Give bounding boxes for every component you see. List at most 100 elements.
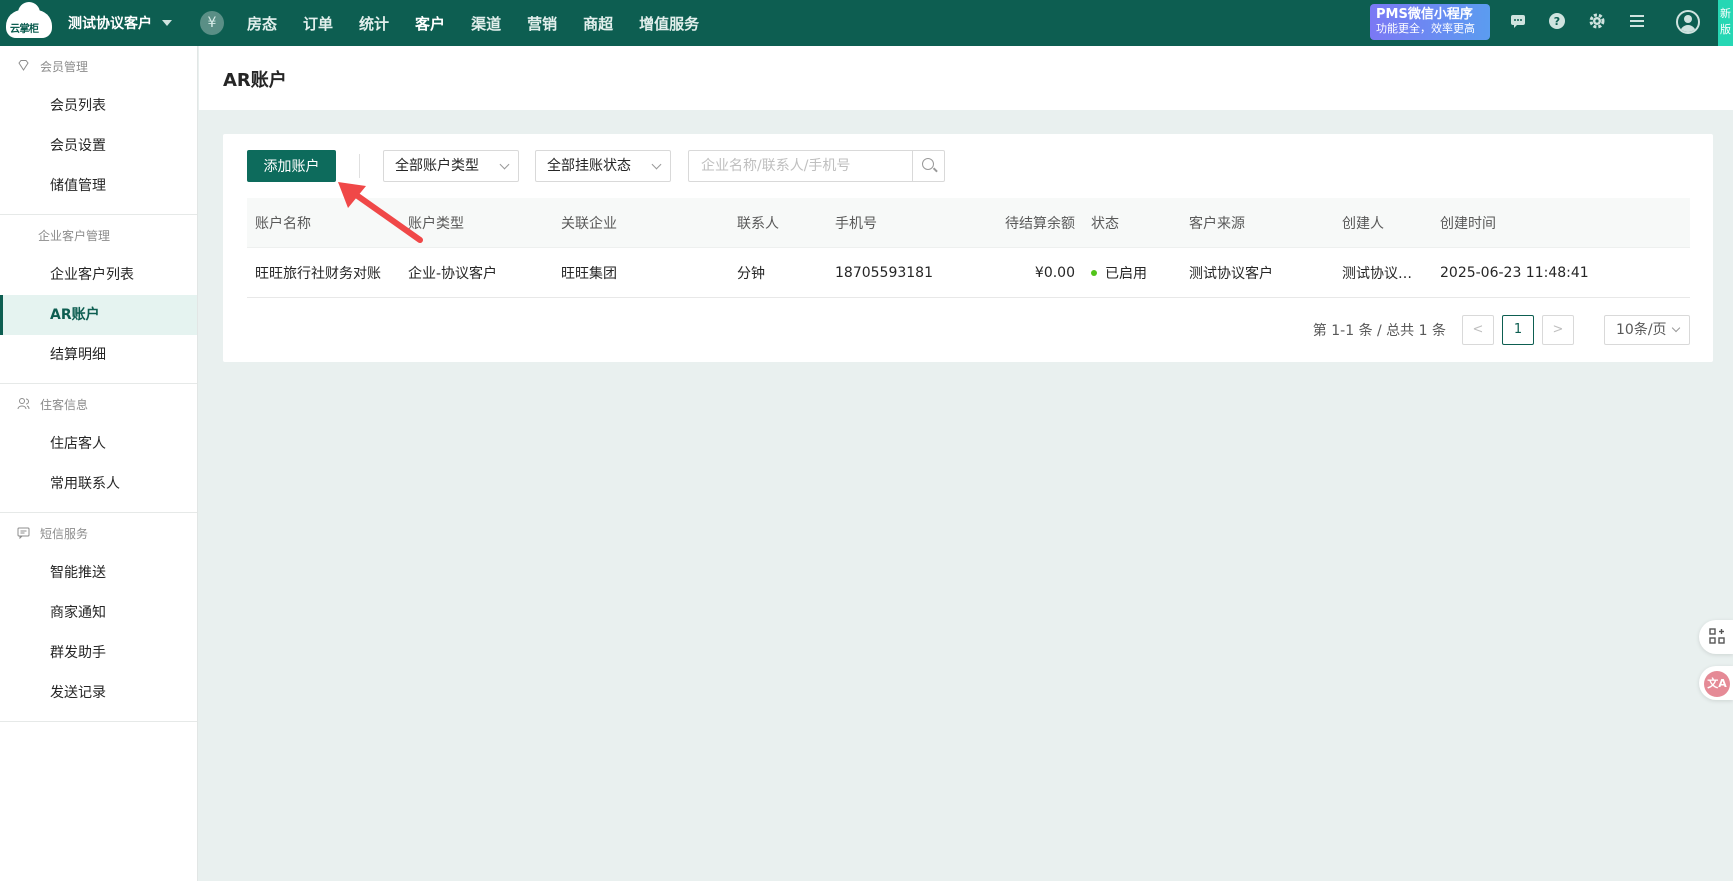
logo[interactable]: 云掌柜	[4, 2, 54, 40]
menu-icon[interactable]	[1627, 12, 1647, 32]
prev-page-button[interactable]: <	[1462, 315, 1494, 345]
logo-text: 云掌柜	[10, 24, 39, 35]
status-text: 已启用	[1105, 265, 1147, 282]
nav-orders[interactable]: 订单	[290, 13, 346, 34]
sidebar-group-guests: 住客信息 住店客人 常用联系人	[0, 384, 197, 513]
column-header: 客户来源	[1189, 215, 1245, 232]
column-header: 关联企业	[561, 215, 617, 232]
sidebar-group-title: 短信服务	[0, 513, 197, 553]
cell-company: 旺旺集团	[561, 265, 617, 282]
nav-marketing[interactable]: 营销	[514, 13, 570, 34]
page-size-value: 10条/页	[1616, 322, 1667, 338]
sidebar-item-merchant-notice[interactable]: 商家通知	[0, 593, 197, 633]
top-bar: 云掌柜 测试协议客户 ¥ 房态 订单 统计 客户 渠道 营销 商超 增值服务 P…	[0, 0, 1733, 46]
status-select-value: 全部挂账状态	[547, 158, 631, 174]
diamond-icon	[16, 59, 30, 73]
nav-value-added[interactable]: 增值服务	[626, 13, 712, 34]
nav-mall[interactable]: 商超	[570, 13, 626, 34]
table-header: 账户名称 账户类型 关联企业 联系人 手机号 待结算余额 状态 客户来源 创建人…	[247, 198, 1690, 248]
sms-icon	[16, 526, 30, 540]
sidebar-item-smart-push[interactable]: 智能推送	[0, 553, 197, 593]
status-dot-icon	[1091, 269, 1097, 276]
sidebar-item-member-settings[interactable]: 会员设置	[0, 126, 197, 166]
sidebar-item-bulk-sender[interactable]: 群发助手	[0, 633, 197, 673]
column-header: 创建人	[1342, 215, 1384, 232]
nav-customers[interactable]: 客户	[402, 13, 458, 34]
ar-account-card: 添加账户 全部账户类型 全部挂账状态 账户名称 账户类型 关联企业 联系人 手机…	[223, 134, 1713, 362]
sidebar-group-label: 短信服务	[40, 526, 89, 541]
chevron-down-icon	[651, 159, 662, 170]
mini-program-promo[interactable]: PMS微信小程序 功能更全，效率更高	[1370, 4, 1490, 40]
sidebar-group-label: 住客信息	[40, 397, 89, 412]
page-header: AR账户	[199, 46, 1733, 110]
page-size-select[interactable]: 10条/页	[1604, 315, 1690, 345]
sidebar-group-title: 会员管理	[0, 46, 197, 86]
column-header: 联系人	[737, 215, 779, 232]
sidebar-item-in-house-guests[interactable]: 住店客人	[0, 424, 197, 464]
pagination-total: 第 1-1 条 / 总共 1 条	[1312, 323, 1446, 339]
svg-text:?: ?	[1554, 15, 1560, 28]
cell-status: 已启用	[1083, 263, 1181, 283]
promo-line2: 功能更全，效率更高	[1376, 22, 1475, 35]
cell-account-type: 企业-协议客户	[408, 265, 498, 282]
sidebar-item-member-list[interactable]: 会员列表	[0, 86, 197, 126]
users-icon	[16, 397, 30, 411]
page-1-button[interactable]: 1	[1502, 315, 1534, 345]
ar-account-table: 账户名称 账户类型 关联企业 联系人 手机号 待结算余额 状态 客户来源 创建人…	[247, 198, 1690, 298]
sidebar-item-frequent-contacts[interactable]: 常用联系人	[0, 464, 197, 504]
column-header: 状态	[1091, 215, 1119, 232]
column-header: 创建时间	[1440, 215, 1496, 232]
apps-icon	[1707, 627, 1727, 647]
yen-icon[interactable]: ¥	[200, 11, 224, 35]
status-select[interactable]: 全部挂账状态	[535, 150, 671, 182]
cell-contact: 分钟	[737, 265, 765, 282]
nav-statistics[interactable]: 统计	[346, 13, 402, 34]
sidebar-group-corporate: 企业客户管理 企业客户列表 AR账户 结算明细	[0, 215, 197, 384]
help-icon[interactable]: ?	[1547, 12, 1567, 32]
caret-down-icon[interactable]	[162, 20, 172, 26]
sidebar: 会员管理 会员列表 会员设置 储值管理 企业客户管理 企业客户列表 AR账户 结…	[0, 46, 198, 881]
sidebar-group-title: 住客信息	[0, 384, 197, 424]
cell-creator: 测试协议客...	[1342, 265, 1426, 282]
page-title: AR账户	[223, 70, 287, 91]
column-header: 待结算余额	[1005, 215, 1075, 232]
sidebar-group-label: 企业客户管理	[38, 228, 111, 243]
sidebar-group-title: 企业客户管理	[0, 215, 197, 255]
sidebar-item-stored-value[interactable]: 储值管理	[0, 166, 197, 206]
translate-button[interactable]: 文A	[1699, 666, 1733, 700]
message-icon[interactable]	[1508, 12, 1528, 32]
cell-phone: 18705593181	[835, 264, 933, 281]
sidebar-group-label: 会员管理	[40, 59, 89, 74]
main-nav: 房态 订单 统计 客户 渠道 营销 商超 增值服务	[234, 13, 712, 34]
cell-account-name: 旺旺旅行社财务对账	[255, 265, 381, 282]
nav-channels[interactable]: 渠道	[458, 13, 514, 34]
gear-icon[interactable]	[1587, 12, 1607, 32]
cell-balance: ¥0.00	[1034, 264, 1075, 281]
add-account-button[interactable]: 添加账户	[247, 150, 336, 182]
new-version-badge[interactable]: 新版	[1718, 0, 1733, 46]
sidebar-group-sms: 短信服务 智能推送 商家通知 群发助手 发送记录	[0, 513, 197, 722]
toolbar: 添加账户 全部账户类型 全部挂账状态	[247, 150, 1687, 182]
sidebar-item-ar-account[interactable]: AR账户	[0, 295, 197, 335]
nav-room-status[interactable]: 房态	[234, 13, 290, 34]
table-row[interactable]: 旺旺旅行社财务对账 企业-协议客户 旺旺集团 分钟 18705593181 ¥0…	[247, 248, 1690, 298]
search-icon[interactable]	[912, 151, 944, 181]
sidebar-item-settlement-detail[interactable]: 结算明细	[0, 335, 197, 375]
cell-source: 测试协议客户	[1189, 265, 1273, 282]
search-box	[688, 150, 945, 182]
translate-icon: 文A	[1704, 671, 1730, 697]
annotation-arrow-icon	[338, 182, 423, 243]
promo-line1: PMS微信小程序	[1376, 7, 1473, 22]
sidebar-item-corporate-list[interactable]: 企业客户列表	[0, 255, 197, 295]
column-header: 手机号	[835, 215, 877, 232]
sidebar-item-send-records[interactable]: 发送记录	[0, 673, 197, 713]
toolbar-divider	[359, 154, 360, 178]
apps-button[interactable]	[1699, 620, 1733, 654]
search-input[interactable]	[689, 151, 913, 181]
next-page-button[interactable]: >	[1542, 315, 1574, 345]
hotel-name[interactable]: 测试协议客户	[68, 13, 152, 33]
cell-created-at: 2025-06-23 11:48:41	[1440, 264, 1589, 281]
avatar-icon[interactable]	[1676, 10, 1700, 34]
sidebar-group-members: 会员管理 会员列表 会员设置 储值管理	[0, 46, 197, 215]
pagination: 第 1-1 条 / 总共 1 条 < 1 > 10条/页	[223, 314, 1690, 346]
